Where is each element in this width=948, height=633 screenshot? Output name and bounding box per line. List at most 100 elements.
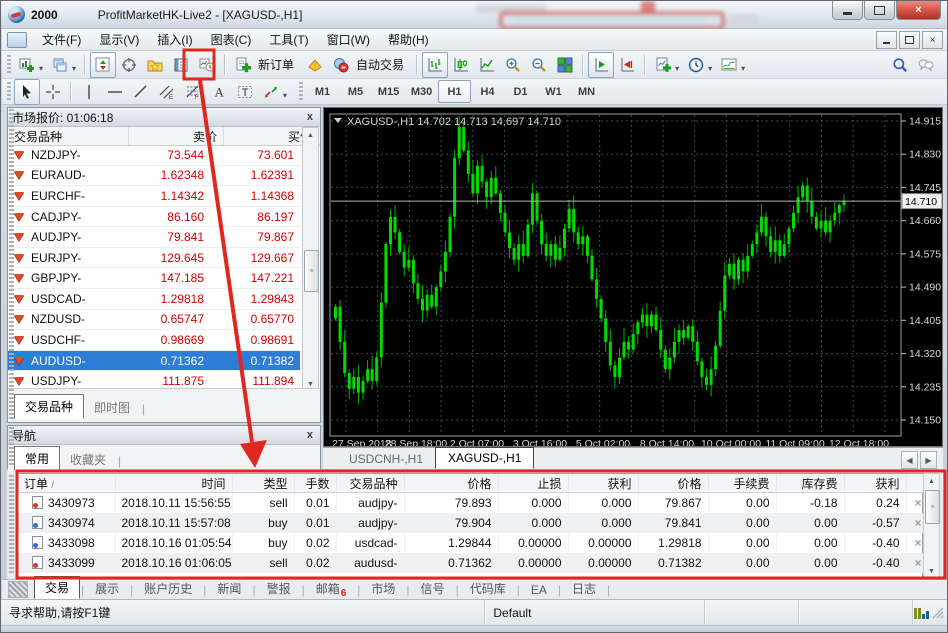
col-order[interactable]: 订单 / [18, 474, 116, 493]
scrollbar-thumb[interactable]: ≡ [304, 250, 319, 293]
col-2[interactable]: 手数 [294, 474, 337, 493]
terminal-tab-0[interactable]: 交易 [34, 576, 81, 599]
tab-common[interactable]: 常用 [14, 446, 61, 471]
tab-tick-chart[interactable]: 即时图 [84, 396, 140, 419]
shapes-dropdown-icon[interactable]: ▾ [283, 91, 287, 100]
market-watch-grip[interactable] [9, 109, 14, 419]
terminal-tab-7[interactable]: 信号 [411, 578, 455, 599]
timeframe-m1[interactable]: M1 [306, 80, 339, 103]
chat-icon[interactable] [913, 52, 939, 78]
new-order-icon[interactable] [230, 52, 256, 78]
periods-dropdown-icon[interactable]: ▾ [708, 64, 712, 73]
timeframe-m15[interactable]: M15 [372, 80, 405, 103]
mdi-close-button[interactable]: × [922, 31, 943, 49]
templates-dropdown-icon[interactable]: ▾ [741, 64, 745, 73]
chart-tab-next-icon[interactable]: ▶ [920, 451, 937, 469]
cursor-icon[interactable] [14, 78, 40, 105]
data-window-icon[interactable] [116, 52, 142, 78]
timeframe-m30[interactable]: M30 [405, 80, 438, 103]
mdi-minimize-button[interactable] [876, 31, 897, 49]
chart-tab-prev-icon[interactable]: ◀ [901, 451, 918, 469]
resize-grip[interactable] [931, 606, 945, 620]
text-icon[interactable]: A [206, 79, 232, 105]
mdi-system-icon[interactable] [7, 31, 27, 48]
new-order-label[interactable]: 新订单 [258, 56, 294, 73]
navigator-title-bar[interactable]: 导航 x [8, 426, 320, 445]
col-4[interactable]: 价格 [404, 474, 499, 493]
scroll-up-icon[interactable]: ▲ [307, 128, 314, 142]
chart-bars-icon[interactable] [422, 51, 449, 78]
market-watch-close-icon[interactable]: x [304, 111, 316, 123]
menu-item-0[interactable]: 文件(F) [33, 28, 90, 51]
vline-icon[interactable] [76, 79, 102, 105]
scroll-up-icon[interactable]: ▲ [928, 474, 935, 488]
new-chart-dropdown-icon[interactable]: ▾ [39, 64, 43, 73]
shapes-icon[interactable] [258, 79, 284, 105]
navigator-grip[interactable] [9, 427, 14, 467]
chart-line-icon[interactable] [474, 52, 500, 78]
terminal-tab-9[interactable]: EA [521, 581, 557, 599]
toolbar-grip[interactable] [7, 54, 11, 75]
scrollbar-thumb[interactable]: ≡ [925, 490, 940, 524]
trendline-icon[interactable] [128, 79, 154, 105]
close-order-icon[interactable]: × [914, 536, 921, 550]
market-watch-scrollbar[interactable]: ▲ ≡ ▼ [302, 127, 319, 392]
templates-icon[interactable] [716, 52, 742, 78]
terminal-tab-8[interactable]: 代码库 [460, 578, 516, 599]
crosshair-icon[interactable] [40, 79, 66, 105]
market-watch-row-audjpy[interactable]: AUDJPY- 79.841 79.867 [8, 227, 300, 248]
tab-symbols[interactable]: 交易品种 [14, 394, 85, 419]
col-10[interactable]: 获利 [844, 474, 907, 493]
terminal-tab-3[interactable]: 新闻 [207, 578, 251, 599]
col-bid[interactable]: 卖价 [129, 127, 224, 145]
fibonacci-icon[interactable]: F [180, 79, 206, 105]
col-3[interactable]: 交易品种 [336, 474, 405, 493]
market-watch-row-nzdjpy[interactable]: NZDJPY- 73.544 73.601 [8, 145, 300, 166]
menu-item-2[interactable]: 插入(I) [148, 28, 201, 51]
menu-item-3[interactable]: 图表(C) [202, 28, 261, 51]
col-5[interactable]: 止损 [498, 474, 569, 493]
terminal-tab-2[interactable]: 账户历史 [134, 578, 202, 599]
order-row-3430973[interactable]: 3430973 2018.10.11 15:56:55 sell 0.01 audjpy… [18, 492, 925, 513]
col-symbol[interactable]: 交易品种 [8, 127, 129, 145]
autotrading-icon[interactable] [328, 52, 354, 78]
terminal-tab-6[interactable]: 市场 [361, 578, 405, 599]
chart-window[interactable]: 14.915 14.830 14.745 14.660 14.575 14.490 14.4… [323, 107, 943, 450]
timeframe-h1[interactable]: H1 [438, 80, 472, 103]
close-order-icon[interactable]: × [914, 496, 921, 510]
maximize-button[interactable] [864, 1, 895, 20]
terminal-grip[interactable] [9, 475, 14, 575]
market-watch-row-eurjpy[interactable]: EURJPY- 129.645 129.667 [8, 248, 300, 269]
metaeditor-icon[interactable] [302, 52, 328, 78]
channel-icon[interactable]: E [154, 79, 180, 105]
chart-tab-xagusd[interactable]: XAGUSD-,H1 [435, 447, 535, 469]
status-profile[interactable]: Default [485, 600, 706, 625]
market-watch-title-bar[interactable]: 市场报价: 01:06:18 x [8, 108, 320, 127]
col-1[interactable]: 类型 [232, 474, 295, 493]
market-watch-row-usdchf[interactable]: USDCHF- 0.98669 0.98691 [8, 330, 300, 351]
terminal-dock-grip[interactable] [8, 581, 28, 598]
terminal-tab-4[interactable]: 警报 [257, 578, 301, 599]
tile-windows-icon[interactable] [552, 52, 578, 78]
menu-item-6[interactable]: 帮助(H) [379, 28, 438, 51]
zoom-out-icon[interactable] [526, 52, 552, 78]
new-chart-icon[interactable] [14, 52, 40, 78]
search-icon[interactable] [887, 52, 913, 78]
terminal-icon[interactable] [168, 52, 194, 78]
market-watch-row-gbpjpy[interactable]: GBPJPY- 147.185 147.221 [8, 268, 300, 290]
col-9[interactable]: 库存费 [776, 474, 845, 493]
mdi-restore-button[interactable] [899, 31, 920, 49]
terminal-tab-1[interactable]: 展示 [85, 578, 129, 599]
strategy-tester-icon[interactable] [194, 52, 220, 78]
timeframe-w1[interactable]: W1 [537, 80, 570, 103]
profiles-icon[interactable] [47, 52, 73, 78]
menu-item-1[interactable]: 显示(V) [90, 28, 148, 51]
order-row-3430974[interactable]: 3430974 2018.10.11 15:57:08 buy 0.01 audjpy-… [18, 513, 925, 533]
chart-shift-icon[interactable] [614, 52, 640, 78]
toolbar-grip[interactable] [7, 81, 11, 102]
menu-item-4[interactable]: 工具(T) [260, 28, 317, 51]
navigator-icon[interactable] [142, 52, 168, 78]
col-6[interactable]: 获利 [568, 474, 639, 493]
market-watch-row-cadjpy[interactable]: CADJPY- 86.160 86.197 [8, 207, 300, 228]
indicators-icon[interactable] [650, 52, 676, 78]
